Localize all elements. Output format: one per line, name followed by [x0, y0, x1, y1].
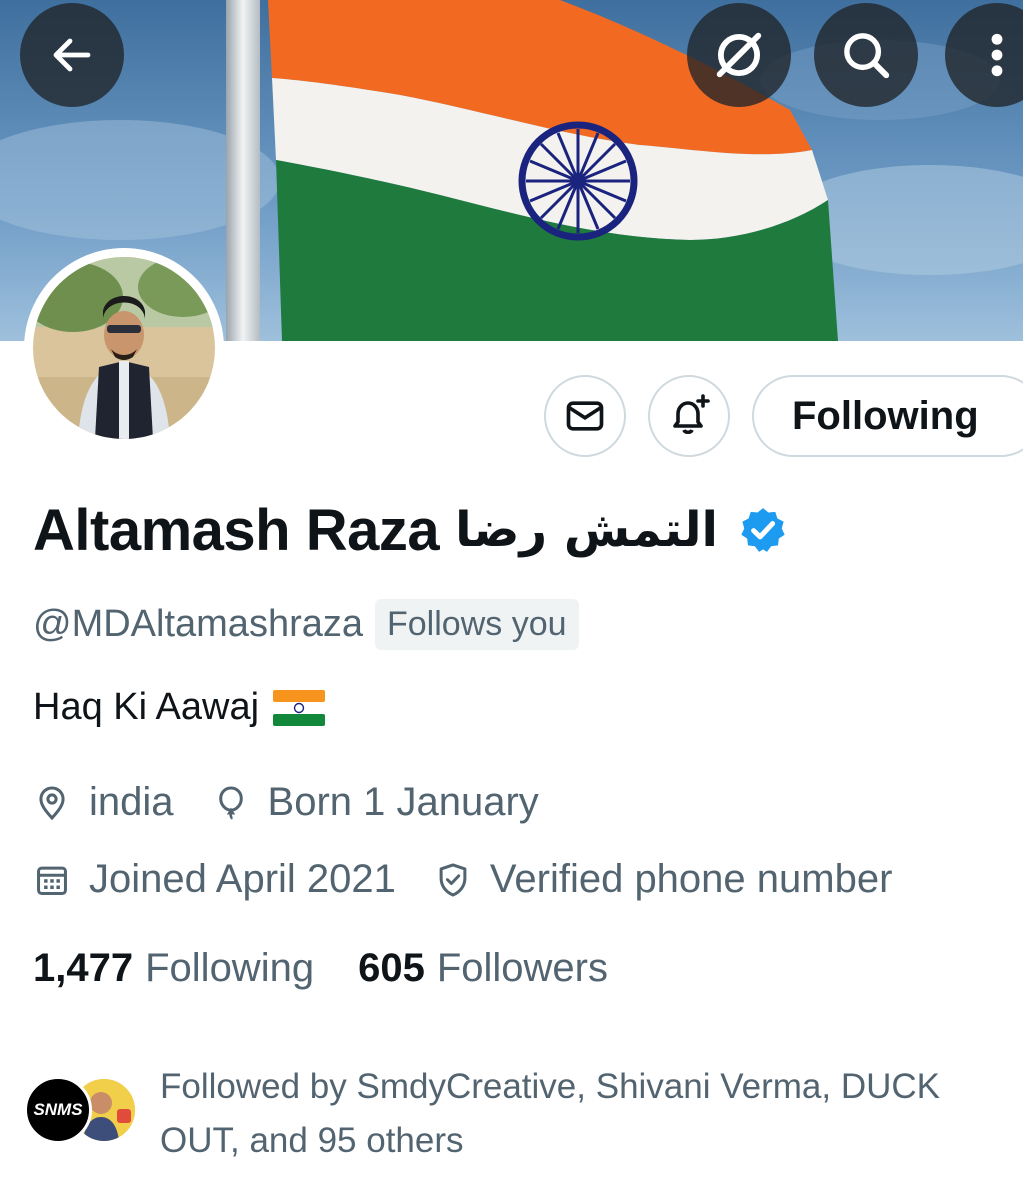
search-icon — [844, 33, 890, 79]
following-button[interactable]: Following — [752, 375, 1023, 457]
following-stat[interactable]: 1,477 Following — [33, 946, 314, 991]
followed-by[interactable]: SNMS Followed by SmdyCreative, Shivani V… — [24, 1060, 980, 1168]
handle-row: @MDAltamashraza Follows you — [33, 596, 579, 652]
verified-phone-text: Verified phone number — [489, 857, 893, 901]
arrow-left-icon — [53, 38, 91, 72]
followed-by-avatars: SNMS — [24, 1076, 144, 1152]
grok-icon — [716, 32, 762, 78]
notify-button[interactable] — [648, 375, 730, 457]
bell-plus-icon — [673, 394, 710, 435]
followers-label: Followers — [436, 946, 608, 990]
follow-stats: 1,477 Following 605 Followers — [33, 946, 652, 991]
following-label: Following — [145, 946, 315, 990]
followed-by-text: Followed by SmdyCreative, Shivani Verma,… — [160, 1067, 941, 1160]
joined-text: Joined April 2021 — [89, 857, 396, 901]
location-text: india — [89, 780, 174, 824]
follows-you-badge: Follows you — [375, 598, 579, 650]
shield-check-icon — [439, 862, 467, 897]
mail-icon — [566, 401, 604, 431]
display-name: Altamash Raza — [33, 497, 440, 563]
verified-phone-item: Verified phone number — [434, 857, 893, 902]
handle: @MDAltamashraza — [33, 602, 363, 645]
name-row: Altamash Raza التمش رضا — [33, 490, 788, 570]
follower-avatar-logo-text: SNMS — [33, 1100, 83, 1119]
bio: Haq Ki Aawaj — [33, 686, 326, 729]
following-count: 1,477 — [33, 946, 134, 990]
profile-avatar[interactable] — [24, 248, 224, 448]
back-button[interactable] — [20, 3, 124, 107]
message-button[interactable] — [544, 375, 626, 457]
followers-stat[interactable]: 605 Followers — [358, 946, 608, 991]
more-vertical-icon — [991, 33, 1003, 77]
location-item: india — [33, 780, 174, 825]
follower-avatar-smdycreative: SNMS — [24, 1076, 92, 1144]
display-name-arabic: التمش رضا — [455, 502, 718, 558]
birthday-text: Born 1 January — [267, 780, 539, 824]
location-pin-icon — [39, 785, 65, 820]
birthday-item: Born 1 January — [212, 780, 539, 825]
meta-row-location-birthday: india Born 1 January — [33, 780, 577, 825]
search-button[interactable] — [814, 3, 918, 107]
verified-badge-icon[interactable] — [738, 505, 788, 555]
followers-count: 605 — [358, 946, 425, 990]
calendar-icon — [37, 866, 67, 895]
joined-item: Joined April 2021 — [33, 857, 396, 902]
bio-text: Haq Ki Aawaj — [33, 686, 260, 728]
india-flag-emoji-icon — [273, 689, 326, 726]
meta-row-joined-verified: Joined April 2021 Verified phone number — [33, 857, 930, 902]
balloon-icon — [218, 785, 243, 820]
avatar-photo — [33, 257, 215, 439]
grok-button[interactable] — [687, 3, 791, 107]
